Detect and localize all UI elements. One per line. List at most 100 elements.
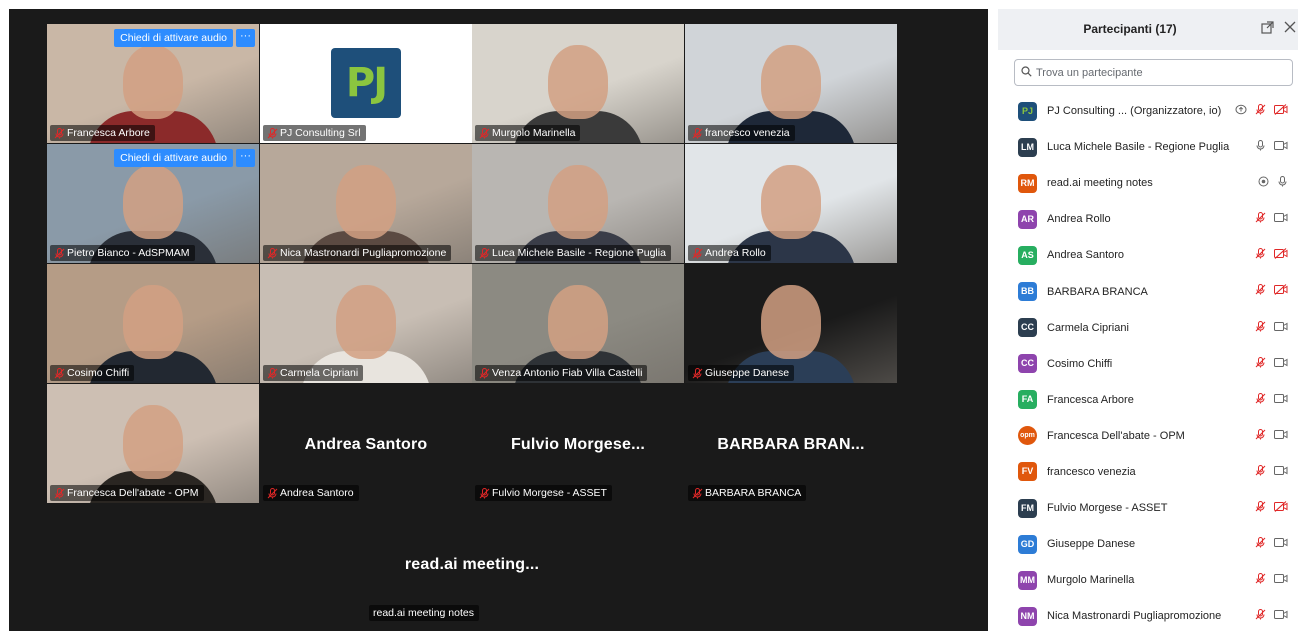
participant-name-tag: Francesca Dell'abate - OPM	[50, 485, 204, 501]
participant-name-tag: PJ Consulting Srl	[263, 125, 366, 141]
participant-row[interactable]: LM Luca Michele Basile - Regione Puglia	[998, 129, 1298, 165]
mic-off-icon	[1255, 428, 1266, 440]
participant-name: Francesca Arbore	[67, 127, 150, 139]
video-tile[interactable]: Venza Antonio Fiab Villa Castelli	[472, 264, 684, 383]
participant-list-name: Carmela Cipriani	[1047, 321, 1129, 334]
video-icon	[1274, 140, 1288, 151]
participants-panel: Partecipanti (17) PJ PJ Consulting ... (O…	[998, 9, 1298, 631]
more-options-button[interactable]: ···	[236, 149, 255, 167]
video-icon	[1274, 357, 1288, 368]
avatar: NM	[1018, 606, 1037, 626]
avatar: MM	[1018, 570, 1037, 590]
avatar: CC	[1018, 354, 1037, 374]
participant-name: BARBARA BRANCA	[705, 487, 802, 499]
video-tile[interactable]: BARBARA BRAN... BARBARA BRANCA	[685, 384, 897, 503]
ask-to-unmute-button[interactable]: Chiedi di attivare audio	[114, 149, 233, 167]
close-icon[interactable]	[1284, 21, 1298, 35]
video-icon	[1274, 429, 1288, 440]
pop-out-icon[interactable]	[1261, 21, 1275, 35]
person-head	[336, 285, 396, 360]
mic-off-icon	[1255, 212, 1266, 223]
participant-name: Fulvio Morgese - ASSET	[492, 487, 607, 499]
mic-off-icon	[692, 488, 703, 499]
search-input[interactable]	[1036, 66, 1276, 79]
mic-off-icon	[479, 368, 490, 379]
person-head	[761, 285, 821, 360]
video-gallery: Chiedi di attivare audio ··· Francesca Arb…	[9, 9, 988, 631]
participant-status-icons	[1255, 248, 1288, 260]
ask-to-unmute-button[interactable]: Chiedi di attivare audio	[114, 29, 233, 47]
participant-row[interactable]: MM Murgolo Marinella	[998, 562, 1298, 598]
mic-off-icon	[692, 368, 703, 379]
participant-name-tag: Francesca Arbore	[50, 125, 155, 141]
video-tile[interactable]: read.ai meeting... read.ai meeting notes	[366, 504, 578, 623]
participant-row[interactable]: opm Francesca Dell'abate - OPM	[998, 418, 1298, 454]
participant-row[interactable]: FM Fulvio Morgese - ASSET	[998, 490, 1298, 526]
video-tile[interactable]: Luca Michele Basile - Regione Puglia	[472, 144, 684, 263]
video-tile[interactable]: Carmela Cipriani	[260, 264, 472, 383]
panel-header: Partecipanti (17)	[998, 9, 1298, 50]
participant-row[interactable]: PJ PJ Consulting ... (Organizzatore, io)	[998, 93, 1298, 129]
mic-off-icon	[1255, 284, 1266, 295]
person-head	[548, 165, 608, 240]
participant-display-name: Fulvio Morgese...	[510, 436, 646, 453]
video-tile[interactable]: Fulvio Morgese... Fulvio Morgese - ASSET	[472, 384, 684, 503]
video-tile[interactable]: francesco venezia	[685, 24, 897, 143]
video-off-icon	[1274, 284, 1288, 296]
video-tile[interactable]: Nica Mastronardi Pugliapromozione	[260, 144, 472, 263]
participant-name-tag: Venza Antonio Fiab Villa Castelli	[475, 365, 648, 381]
video-tile[interactable]: Chiedi di attivare audio ··· Francesca Arb…	[47, 24, 259, 143]
more-options-button[interactable]: ···	[236, 29, 255, 47]
participant-row[interactable]: FV francesco venezia	[998, 454, 1298, 490]
mic-off-icon	[267, 248, 278, 259]
participant-name-tag: Andrea Rollo	[688, 245, 771, 261]
participant-row[interactable]: NM Nica Mastronardi Pugliapromozione	[998, 598, 1298, 631]
person-head	[761, 45, 821, 120]
participant-list-name: Nica Mastronardi Pugliapromozione	[1047, 610, 1222, 623]
participant-list-name: Andrea Santoro	[1047, 249, 1125, 262]
participant-status-icons	[1255, 356, 1288, 368]
participant-status-icons	[1255, 609, 1288, 620]
participant-name-tag: Nica Mastronardi Pugliapromozione	[263, 245, 452, 261]
avatar: CC	[1018, 318, 1037, 338]
mic-icon	[1255, 140, 1266, 151]
avatar: FA	[1018, 390, 1037, 410]
video-tile[interactable]: Andrea Santoro Andrea Santoro	[260, 384, 472, 503]
participant-list-name: Andrea Rollo	[1047, 213, 1111, 226]
video-tile[interactable]: Cosimo Chiffi	[47, 264, 259, 383]
participant-row[interactable]: FA Francesca Arbore	[998, 382, 1298, 418]
participant-row[interactable]: CC Cosimo Chiffi	[998, 346, 1298, 382]
participant-name: Nica Mastronardi Pugliapromozione	[280, 247, 447, 259]
participant-display-name: Andrea Santoro	[304, 436, 428, 453]
mic-off-icon	[1255, 609, 1266, 620]
participant-row[interactable]: GD Giuseppe Danese	[998, 526, 1298, 562]
participant-search[interactable]	[1014, 59, 1293, 86]
participant-row[interactable]: BB BARBARA BRANCA	[998, 273, 1298, 309]
participant-row[interactable]: CC Carmela Cipriani	[998, 310, 1298, 346]
avatar: RM	[1018, 173, 1037, 193]
avatar: FV	[1018, 462, 1037, 482]
video-tile[interactable]: Giuseppe Danese	[685, 264, 897, 383]
mic-off-icon	[54, 128, 65, 139]
avatar: GD	[1018, 534, 1037, 554]
participant-name-tag: BARBARA BRANCA	[688, 485, 807, 501]
participant-name: francesco venezia	[705, 127, 790, 139]
participant-name-tag: Murgolo Marinella	[475, 125, 581, 141]
avatar: FM	[1018, 498, 1037, 518]
person-head	[761, 165, 821, 240]
participant-row[interactable]: RM read.ai meeting notes	[998, 165, 1298, 201]
video-tile[interactable]: Francesca Dell'abate - OPM	[47, 384, 259, 503]
participant-row[interactable]: AS Andrea Santoro	[998, 237, 1298, 273]
video-tile[interactable]: Murgolo Marinella	[472, 24, 684, 143]
participant-status-icons	[1255, 212, 1288, 223]
participant-status-icons	[1235, 104, 1288, 115]
mic-off-icon	[692, 248, 703, 259]
video-tile[interactable]: PJ PJ Consulting Srl	[260, 24, 472, 143]
participant-status-icons	[1255, 392, 1288, 404]
video-tile[interactable]: Chiedi di attivare audio ··· Pietro Bianco…	[47, 144, 259, 263]
participant-list-name: Francesca Dell'abate - OPM	[1047, 429, 1185, 442]
video-tile[interactable]: Andrea Rollo	[685, 144, 897, 263]
video-icon	[1274, 573, 1288, 584]
participant-row[interactable]: AR Andrea Rollo	[998, 201, 1298, 237]
mic-off-icon	[54, 488, 65, 499]
